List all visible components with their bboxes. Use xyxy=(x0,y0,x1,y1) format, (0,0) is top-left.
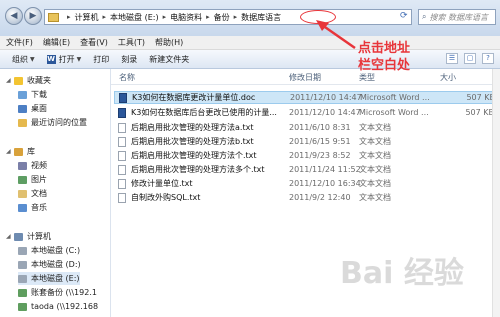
annotation-text: 点击地址 栏空白处 xyxy=(358,40,410,74)
watermark: Bai 经验 xyxy=(340,256,464,291)
annotation-line1: 点击地址 xyxy=(358,41,411,56)
arrow-line xyxy=(321,23,356,50)
annotation-line2: 栏空白处 xyxy=(358,58,411,73)
